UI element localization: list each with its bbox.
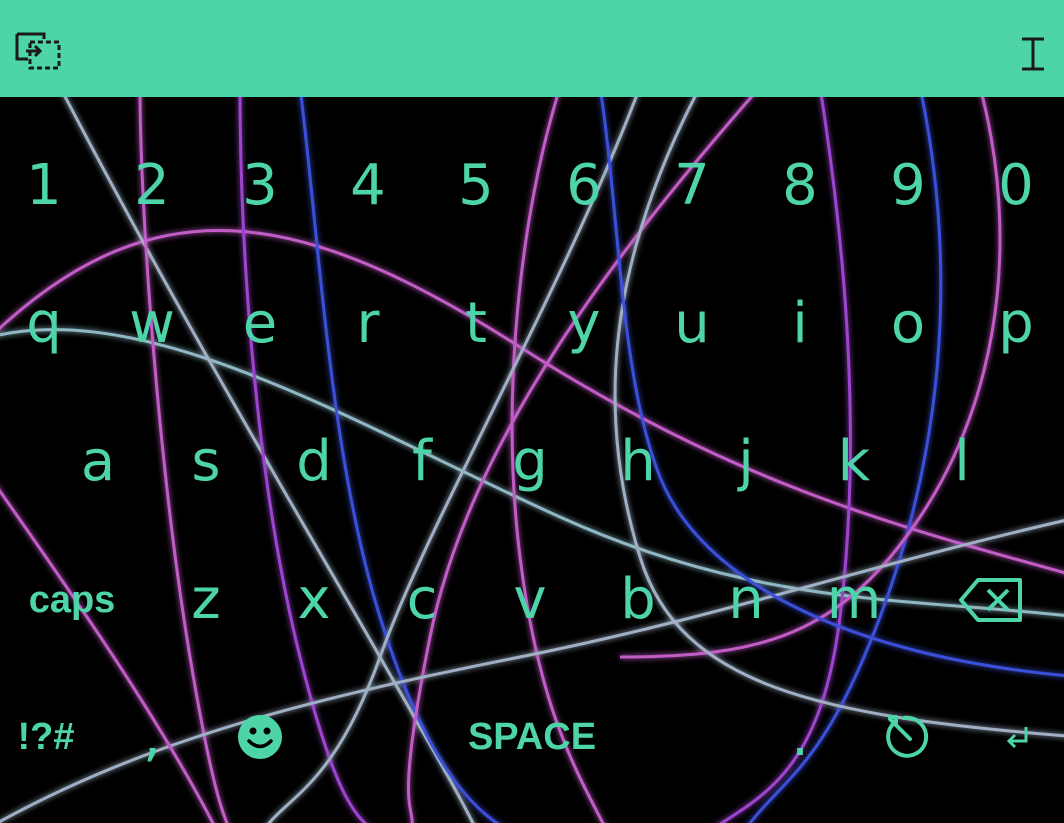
text-cursor-icon[interactable] [1018,36,1048,72]
backspace-key[interactable] [950,565,1032,635]
key-i[interactable]: i [764,289,836,359]
key-6[interactable]: 6 [548,151,620,221]
key-9[interactable]: 9 [872,151,944,221]
keyboard-swap-icon[interactable] [14,31,62,71]
keyboard-area: 1 2 3 4 5 6 7 8 9 0 q w e r t y u i o p … [0,97,1064,823]
key-p[interactable]: p [980,289,1052,359]
backspace-icon [959,578,1022,622]
key-y[interactable]: y [548,289,620,359]
key-l[interactable]: l [926,427,998,497]
key-2[interactable]: 2 [116,151,188,221]
caps-key[interactable]: caps [20,565,124,635]
key-q[interactable]: q [8,289,80,359]
key-k[interactable]: k [818,427,890,497]
key-8[interactable]: 8 [764,151,836,221]
history-key[interactable] [872,702,944,772]
key-f[interactable]: f [386,427,458,497]
key-j[interactable]: j [710,427,782,497]
key-o[interactable]: o [872,289,944,359]
key-x[interactable]: x [278,565,350,635]
key-v[interactable]: v [494,565,566,635]
enter-key[interactable] [990,702,1046,772]
history-icon [886,715,929,758]
key-a[interactable]: a [62,427,134,497]
key-z[interactable]: z [170,565,242,635]
keyboard-toolbar [0,0,1064,97]
key-4[interactable]: 4 [332,151,404,221]
key-h[interactable]: h [602,427,674,497]
emoji-key[interactable] [224,702,296,772]
comma-key[interactable]: , [116,702,188,772]
key-n[interactable]: n [710,565,782,635]
enter-icon [1006,727,1028,749]
space-key[interactable]: SPACE [332,702,732,772]
key-d[interactable]: d [278,427,350,497]
key-b[interactable]: b [602,565,674,635]
key-u[interactable]: u [656,289,728,359]
period-key[interactable]: . [764,702,836,772]
key-3[interactable]: 3 [224,151,296,221]
symbols-key[interactable]: !?# [8,702,84,772]
key-1[interactable]: 1 [8,151,80,221]
smiley-icon [238,715,282,759]
key-0[interactable]: 0 [980,151,1052,221]
key-e[interactable]: e [224,289,296,359]
key-c[interactable]: c [386,565,458,635]
key-w[interactable]: w [116,289,188,359]
key-7[interactable]: 7 [656,151,728,221]
key-t[interactable]: t [440,289,512,359]
key-5[interactable]: 5 [440,151,512,221]
key-r[interactable]: r [332,289,404,359]
key-s[interactable]: s [170,427,242,497]
key-m[interactable]: m [818,565,890,635]
key-g[interactable]: g [494,427,566,497]
